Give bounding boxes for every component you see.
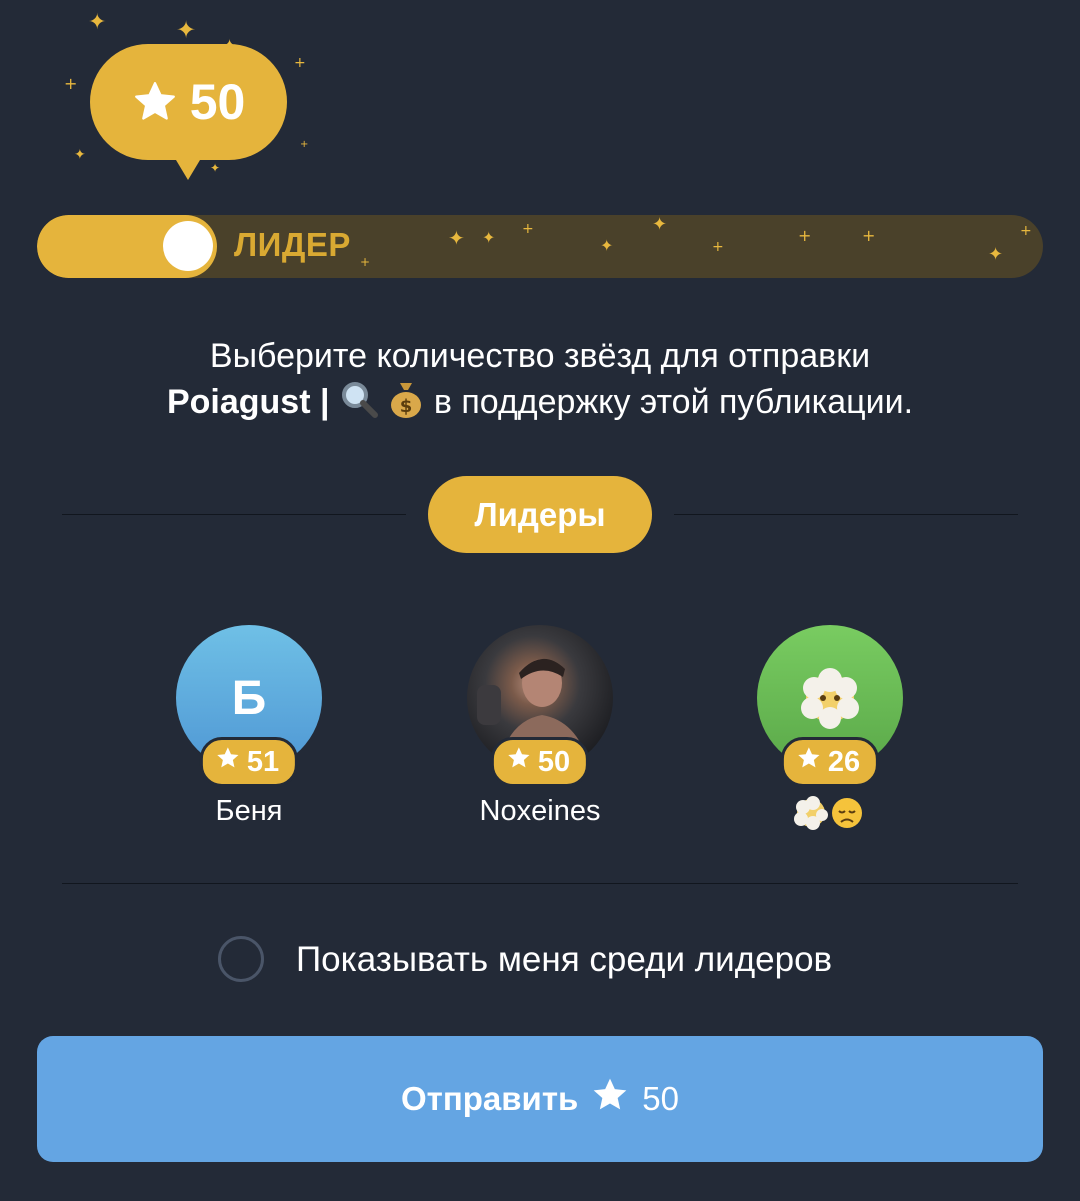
show-me-checkbox[interactable] (218, 936, 264, 982)
star-icon (215, 745, 241, 779)
face-in-clouds-emoji (794, 796, 828, 830)
bubble-tail (170, 150, 206, 180)
divider-bottom (62, 883, 1018, 884)
description-text: Выберите количество звёзд для отправки P… (60, 334, 1020, 431)
leader-name-emoji (730, 795, 930, 839)
leaders-header-pill: Лидеры (428, 476, 652, 553)
star-icon (796, 745, 822, 779)
description-line-1: Выберите количество звёзд для отправки (209, 337, 871, 375)
star-count-badge: 26 (780, 737, 880, 787)
badge-count: 50 (537, 745, 571, 778)
slider-thumb[interactable] (163, 221, 213, 271)
svg-text:$: $ (400, 396, 413, 417)
show-me-label[interactable]: Показывать меня среди лидеров (296, 940, 832, 980)
face-in-clouds-emoji (801, 668, 859, 729)
send-button-label: Отправить (400, 1080, 579, 1117)
leader-name: Noxeines (479, 795, 601, 827)
sparkle-icon: + (300, 139, 309, 150)
channel-name: Poiagust | (166, 383, 330, 421)
sparkle-icon: ✦ (176, 16, 197, 44)
leader-name: Беня (215, 795, 283, 827)
sparkle-icon: ✦ (210, 161, 221, 175)
badge-count: 51 (246, 745, 280, 778)
bubble-count: 50 (189, 74, 246, 130)
magnifier-emoji (339, 379, 379, 431)
stars-reaction-sheet: ✦ ✦ ✦ + + ✦ ✦ + 50 ✦ ✦ + ✦ ✦ + + + ✦ + +… (0, 0, 1080, 1201)
send-button-count: 50 (642, 1080, 679, 1117)
leader-item[interactable]: Б 51 Беня (149, 625, 349, 828)
sparkle-icon: ✦ (74, 147, 86, 163)
send-button[interactable]: Отправить 50 (37, 1036, 1043, 1162)
disappointed-face-emoji (832, 798, 862, 828)
star-icon (132, 79, 178, 125)
star-count-badge: 51 (199, 737, 299, 787)
leader-item[interactable]: 26 (730, 625, 930, 839)
avatar-initial: Б (231, 671, 267, 725)
money-bag-emoji: $ (388, 379, 424, 431)
leader-item[interactable]: 50 Noxeines (440, 625, 640, 828)
star-amount-bubble: 50 (90, 44, 287, 160)
sparkle-icon: + (294, 55, 306, 71)
star-icon (506, 745, 532, 779)
divider-right (674, 514, 1018, 515)
sparkle-icon: ✦ (88, 10, 107, 35)
sparkle-icon: + (64, 74, 78, 93)
badge-count: 26 (827, 745, 861, 778)
description-line-2: Poiagust | $ в поддержку этой публикации… (60, 379, 1020, 431)
description-line-2-suffix: в поддержку этой публикации. (433, 383, 914, 421)
star-count-badge: 50 (490, 737, 590, 787)
star-icon (590, 1075, 630, 1123)
divider-left (62, 514, 406, 515)
slider-leader-label: ЛИДЕР (234, 226, 351, 263)
